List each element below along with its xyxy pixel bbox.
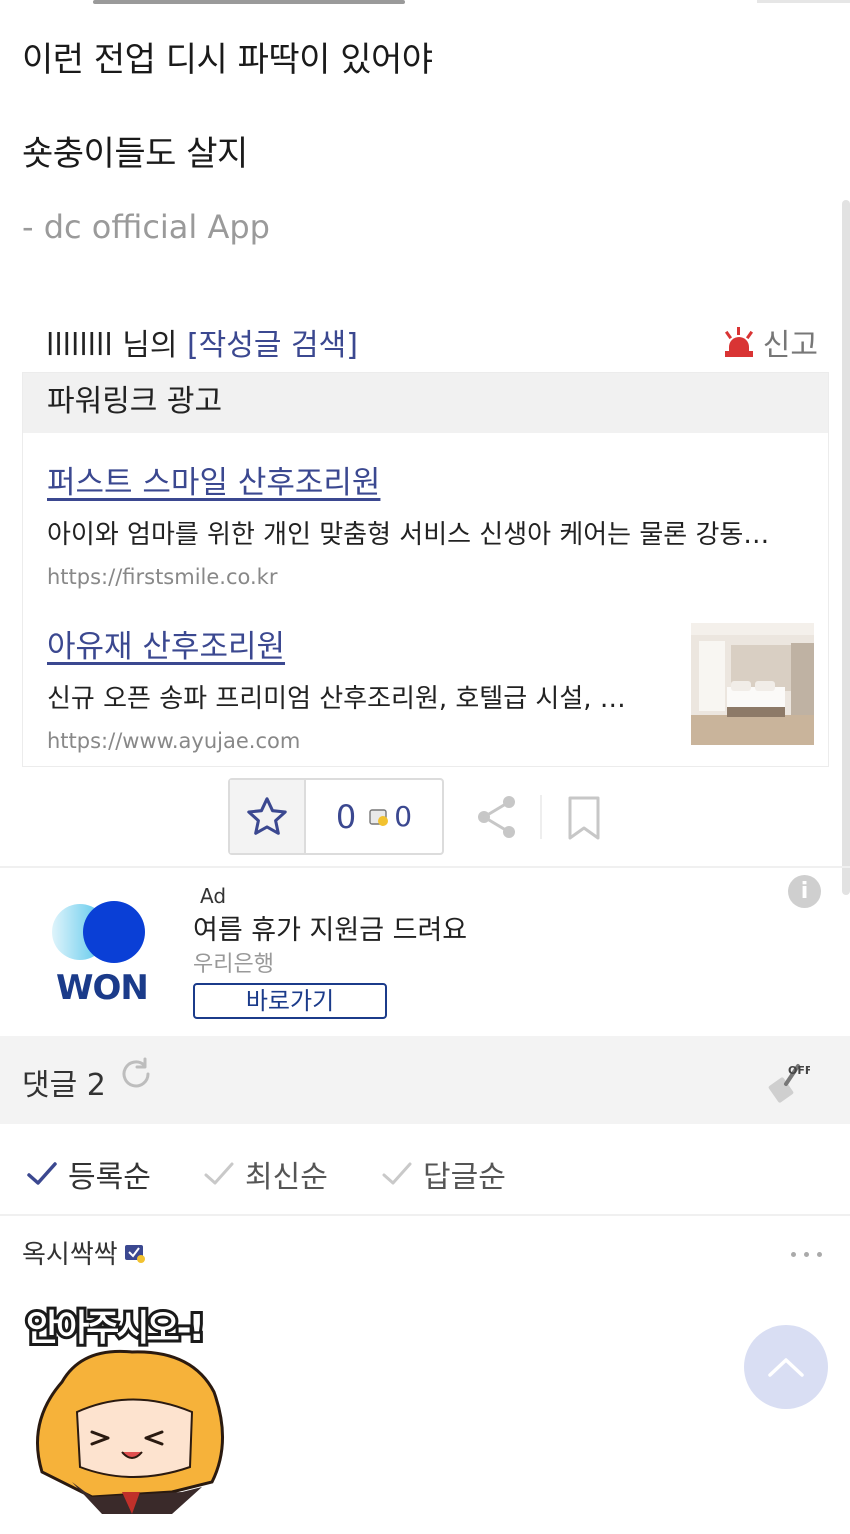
check-icon — [204, 1162, 234, 1185]
author-posts-search-link[interactable]: [작성글 검색] — [187, 328, 358, 363]
report-button[interactable]: 신고 — [724, 320, 818, 364]
recommend-bar: 0 0 — [228, 778, 444, 855]
ad-thumbnail-image[interactable] — [691, 623, 814, 745]
comment-sort-row: 등록순 최신순 답글순 — [0, 1124, 850, 1216]
ad-url: https://www.ayujae.com — [47, 729, 301, 753]
star-icon — [247, 796, 287, 835]
powerlink-header: 파워링크 광고 — [23, 373, 828, 433]
comment-author[interactable]: 옥시싹싹 — [22, 1234, 832, 1271]
post-body-line-2: 숏충이들도 살지 — [22, 134, 248, 174]
more-options-icon[interactable] — [791, 1252, 822, 1257]
refresh-icon[interactable] — [118, 1056, 154, 1092]
sort-option-latest[interactable]: 최신순 — [203, 1152, 328, 1196]
recommend-counts: 0 0 — [306, 780, 442, 853]
powerlink-ad-item[interactable]: 아유재 산후조리원 신규 오픈 송파 프리미엄 산후조리원, 호텔급 시설, …… — [47, 621, 667, 753]
sort-label: 등록순 — [68, 1160, 151, 1195]
action-divider — [540, 795, 542, 839]
ad-description: 신규 오픈 송파 프리미엄 산후조리원, 호텔급 시설, … — [47, 684, 626, 714]
sort-label: 답글순 — [423, 1160, 506, 1195]
ad-title-link[interactable]: 아유재 산후조리원 — [47, 621, 667, 666]
top-indicator-track — [757, 0, 850, 3]
comment-count: 댓글 2 — [22, 1068, 106, 1103]
sort-label: 최신순 — [245, 1160, 328, 1195]
info-icon[interactable]: i — [788, 875, 821, 908]
author-nickname[interactable]: llllllll 님의 — [46, 328, 177, 363]
scroll-to-top-button[interactable] — [744, 1325, 828, 1409]
bank-ad-title[interactable]: 여름 휴가 지원금 드려요 — [193, 908, 467, 947]
chevron-up-icon — [768, 1358, 804, 1377]
bank-ad-advertiser: 우리은행 — [193, 952, 274, 977]
recommend-button[interactable] — [230, 780, 306, 853]
sort-option-registered[interactable]: 등록순 — [26, 1152, 151, 1196]
ad-description: 아이와 엄마를 위한 개인 맞춤형 서비스 신생아 케어는 물론 강동… — [47, 520, 770, 550]
ad-url: https://firstsmile.co.kr — [47, 565, 278, 589]
comment-author-name: 옥시싹싹 — [22, 1240, 118, 1270]
powerlink-ad-item[interactable]: 퍼스트 스마일 산후조리원 아이와 엄마를 위한 개인 맞춤형 서비스 신생아 … — [47, 457, 817, 589]
comment-header: 댓글 2 OFF — [0, 1036, 850, 1124]
comment-item: 옥시싹싹 — [22, 1234, 832, 1271]
post-signature: - dc official App — [22, 208, 270, 246]
fixed-recommend-count: 0 — [394, 800, 413, 833]
dccon-text: 안아주시오-! — [26, 1308, 202, 1349]
fixed-recommend-icon — [369, 808, 389, 826]
powerlink-ad-box: 파워링크 광고 퍼스트 스마일 산후조리원 아이와 엄마를 위한 개인 맞춤형 … — [22, 372, 829, 767]
bookmark-icon[interactable] — [566, 795, 602, 841]
broom-off-icon[interactable]: OFF — [768, 1060, 810, 1104]
dccon-sticker-image[interactable]: 안아주시오-! — [22, 1292, 244, 1514]
ad-title-link[interactable]: 퍼스트 스마일 산후조리원 — [47, 457, 817, 502]
user-badge-icon — [124, 1244, 145, 1263]
svg-text:OFF: OFF — [788, 1064, 810, 1077]
goto-button[interactable]: 바로가기 — [193, 983, 387, 1019]
sort-option-replies[interactable]: 답글순 — [381, 1152, 506, 1196]
check-icon — [382, 1162, 412, 1185]
recommend-count: 0 — [335, 797, 357, 836]
post-body-line-1: 이런 전업 디시 파딱이 있어야 — [22, 40, 433, 80]
bank-ad-banner[interactable] — [0, 868, 850, 1034]
check-icon — [27, 1162, 57, 1185]
ad-label: Ad — [200, 884, 227, 908]
top-scroll-indicator — [93, 0, 405, 4]
won-logo-text: WON — [56, 968, 149, 1008]
page-scrollbar[interactable] — [842, 200, 850, 895]
siren-icon — [724, 327, 753, 357]
report-label: 신고 — [762, 328, 818, 363]
author-row: llllllll 님의 [작성글 검색] 신고 — [46, 320, 826, 364]
share-icon[interactable] — [472, 792, 522, 842]
